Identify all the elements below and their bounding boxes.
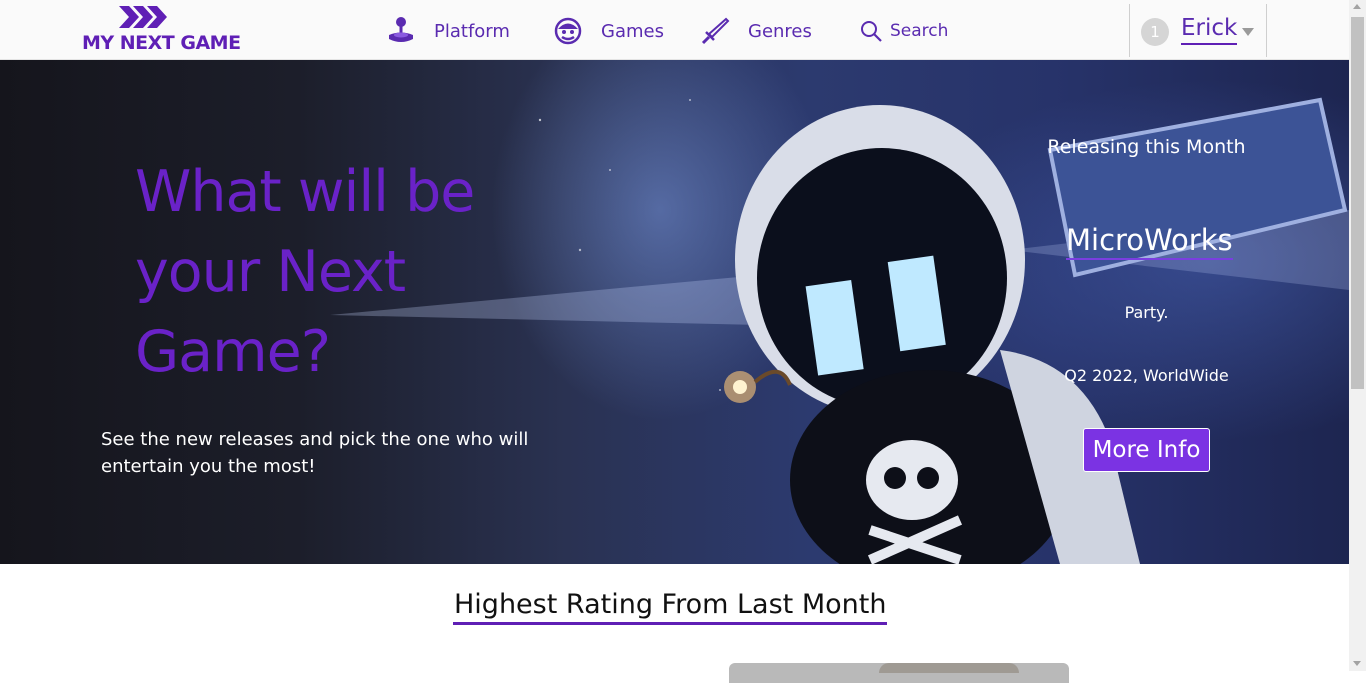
nav-item-genres[interactable]: Genres <box>700 16 812 46</box>
nav-label-platform: Platform <box>434 20 510 42</box>
nav-item-games[interactable]: Games <box>553 16 664 46</box>
hero-banner: What will be your Next Game? See the new… <box>0 60 1349 564</box>
top-navbar: MY NEXT GAME Platform Games Genres Searc… <box>0 0 1349 60</box>
scroll-up-icon[interactable] <box>1353 4 1361 9</box>
site-logo[interactable]: MY NEXT GAME <box>82 4 241 56</box>
hero-subtitle: See the new releases and pick the one wh… <box>101 429 529 477</box>
chevron-down-icon[interactable] <box>1242 28 1254 36</box>
user-menu[interactable]: 1 Erick <box>1129 4 1267 57</box>
nav-item-platform[interactable]: Platform <box>386 16 510 46</box>
scroll-down-icon[interactable] <box>1353 661 1361 666</box>
user-notification-badge[interactable]: 1 <box>1141 18 1169 46</box>
sword-icon <box>700 16 730 46</box>
mario-icon <box>553 16 583 46</box>
scrollbar-thumb[interactable] <box>1351 17 1364 389</box>
logo-text: MY NEXT GAME <box>82 32 241 54</box>
release-label: Releasing this Month <box>1047 136 1246 158</box>
nav-item-search[interactable]: Search <box>856 16 948 46</box>
user-name[interactable]: Erick <box>1181 14 1238 45</box>
joystick-icon <box>386 16 416 46</box>
nav-label-games: Games <box>601 20 664 42</box>
more-info-button[interactable]: More Info <box>1083 428 1210 472</box>
release-genre: Party. <box>1124 303 1169 322</box>
nav-label-search: Search <box>890 21 949 41</box>
nav-label-genres: Genres <box>748 20 812 42</box>
hero-title: What will be your Next Game? <box>135 159 475 385</box>
search-icon <box>856 16 886 46</box>
page-scrollbar[interactable] <box>1349 0 1366 671</box>
release-date: Q2 2022, WorldWide <box>1064 366 1229 385</box>
game-card-preview[interactable] <box>729 663 1069 683</box>
game-card-image <box>879 663 1019 673</box>
logo-chevrons-icon <box>119 6 167 28</box>
release-game-title[interactable]: MicroWorks <box>1066 222 1233 260</box>
section-title: Highest Rating From Last Month <box>453 588 888 625</box>
